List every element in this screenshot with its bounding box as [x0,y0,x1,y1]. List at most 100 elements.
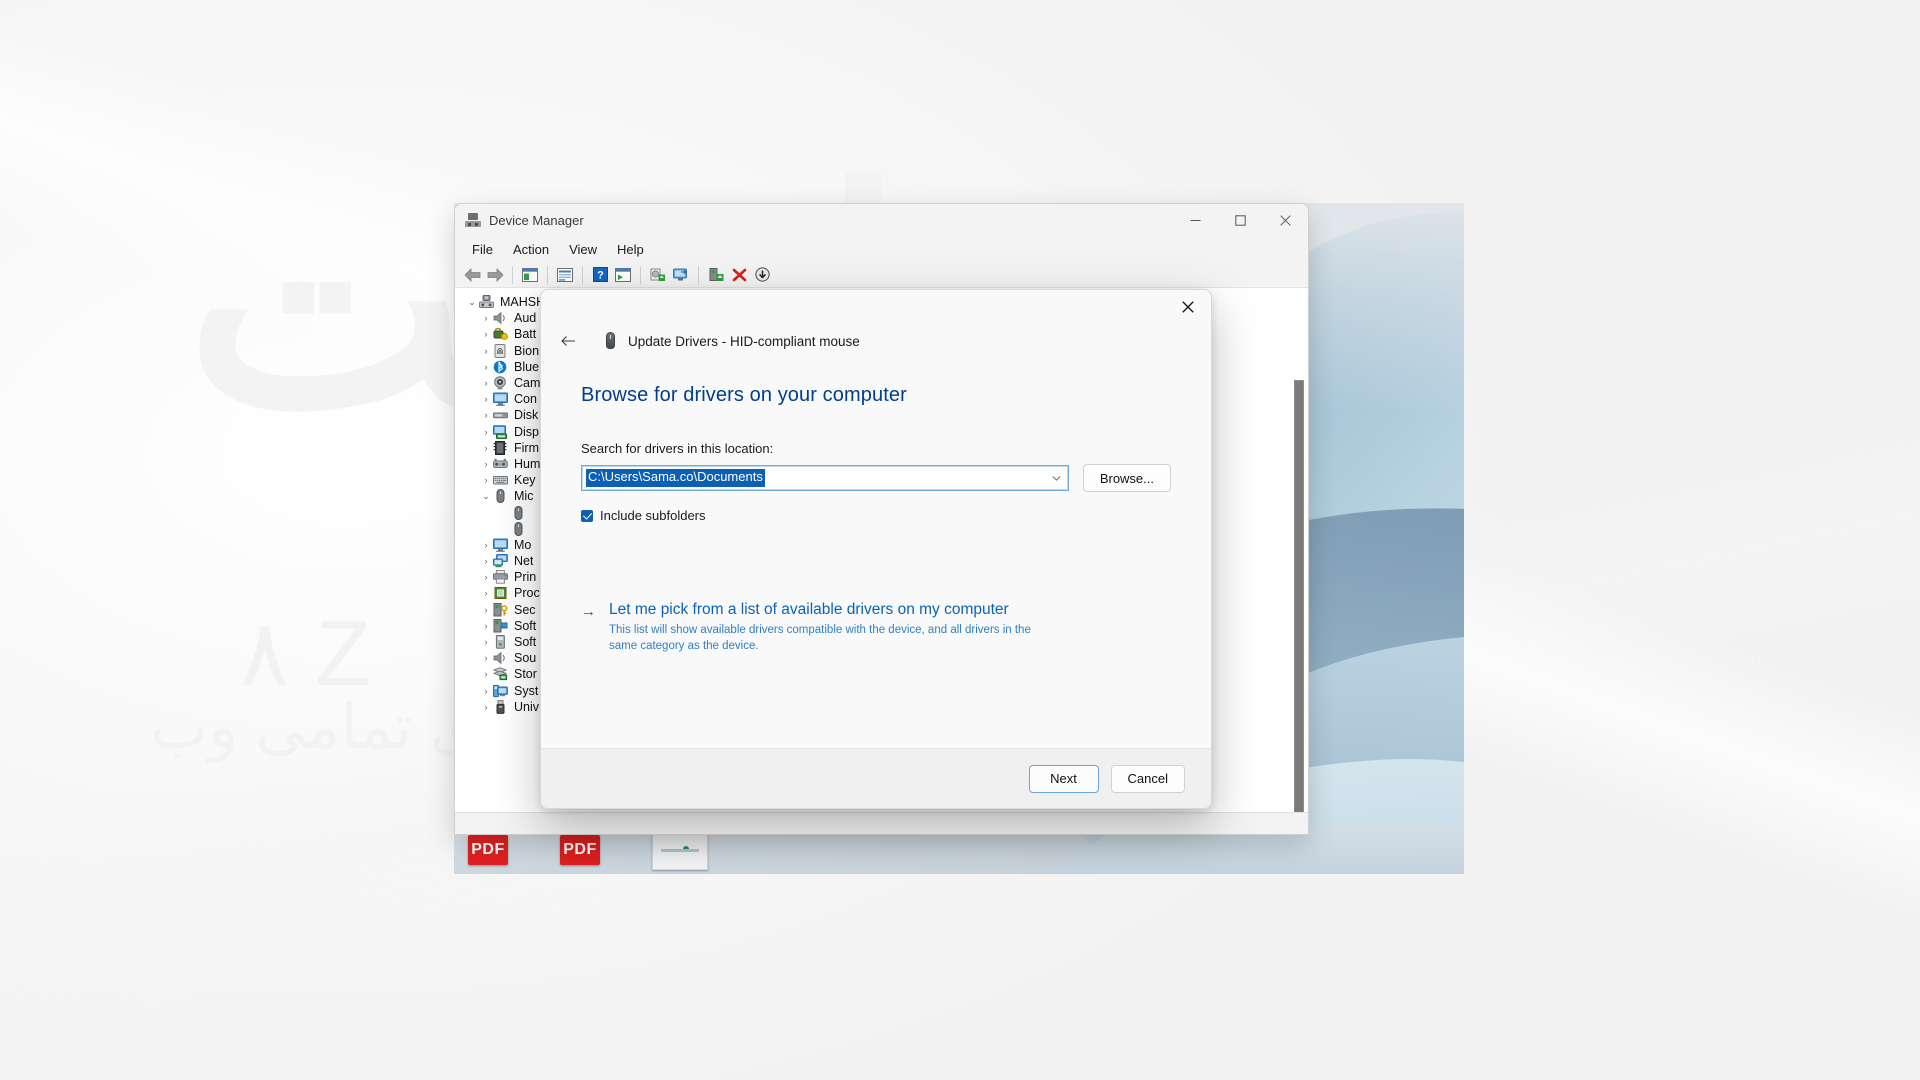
chevron-down-icon[interactable] [1052,474,1061,483]
device-manager-icon [465,212,481,228]
menu-help[interactable]: Help [608,239,653,260]
taskbar-item-pdf-1[interactable]: PDF [468,830,508,865]
chevron-right-icon[interactable]: › [479,683,493,699]
tree-label: Con [514,392,537,407]
chevron-right-icon[interactable]: › [479,618,493,634]
chevron-right-icon[interactable]: › [479,553,493,569]
include-subfolders-row[interactable]: Include subfolders [581,508,1171,523]
chevron-right-icon[interactable]: › [479,634,493,650]
storage-controller-icon [493,667,509,681]
tree-label: Mic [514,489,534,504]
update-device-icon[interactable] [751,264,773,286]
show-hidden-devices-icon[interactable] [519,264,541,286]
chevron-right-icon[interactable]: › [479,343,493,359]
biometric-icon [493,343,509,358]
pick-from-list-link[interactable]: Let me pick from a list of available dri… [609,601,1041,619]
chevron-right-icon[interactable]: › [479,602,493,618]
browse-button[interactable]: Browse... [1082,464,1171,492]
location-input-value[interactable]: C:\Users\Sama.co\Documents [586,469,765,487]
window-title: Device Manager [489,212,584,228]
pick-from-list-description: This list will show available drivers co… [609,624,1031,652]
update-drivers-dialog: Update Drivers - HID-compliant mouse Bro… [540,289,1212,809]
maximize-button[interactable] [1218,204,1263,236]
chevron-right-icon[interactable]: › [479,456,493,472]
pick-from-list-text: Let me pick from a list of available dri… [609,601,1041,654]
mouse-icon [603,332,618,350]
chevron-right-icon[interactable]: › [479,472,493,488]
system-device-icon [493,684,509,698]
help-icon[interactable]: ? [589,264,611,286]
chevron-right-icon[interactable]: › [479,424,493,440]
toolbar-separator [582,265,583,284]
close-button[interactable] [1263,204,1308,236]
forward-arrow-icon[interactable] [484,264,506,286]
battery-icon [493,327,509,341]
chevron-right-icon[interactable]: › [479,699,493,715]
chevron-right-icon[interactable]: › [479,375,493,391]
computer-icon [479,295,495,309]
chevron-right-icon[interactable]: › [479,326,493,342]
tree-label: Prin [514,570,537,585]
device-tree-scrollbar[interactable] [1292,376,1306,812]
firmware-icon [493,440,509,455]
arrow-right-icon: → [581,603,596,620]
pick-from-list-block[interactable]: → Let me pick from a list of available d… [581,601,1171,654]
chevron-right-icon[interactable]: › [479,440,493,456]
tree-label: Firm [514,440,539,455]
menu-action[interactable]: Action [504,239,558,260]
location-field-label: Search for drivers in this location: [581,441,774,456]
tree-label: Sec [514,602,536,617]
back-button[interactable] [555,328,581,354]
taskbar-item-document-thumbnail[interactable] [652,830,708,870]
back-arrow-icon[interactable] [461,264,483,286]
dialog-heading: Browse for drivers on your computer [581,384,907,406]
tree-label: Batt [514,327,537,342]
mouse-icon [493,489,509,504]
properties-icon[interactable] [554,264,576,286]
chevron-right-icon[interactable]: › [479,537,493,553]
menu-file[interactable]: File [463,239,502,260]
chevron-right-icon[interactable]: › [479,359,493,375]
tree-label: Key [514,473,536,488]
location-combobox[interactable]: C:\Users\Sama.co\Documents [581,465,1069,491]
tree-label: Proc [514,586,540,601]
next-button[interactable]: Next [1028,764,1099,793]
toolbar-separator [640,265,641,284]
device-manager-titlebar[interactable]: Device Manager [455,204,1308,236]
chevron-right-icon[interactable]: › [479,391,493,407]
tree-label: Bion [514,343,540,358]
uninstall-device-icon[interactable] [728,264,750,286]
scrollbar-thumb[interactable] [1294,380,1304,812]
chevron-right-icon[interactable]: › [479,650,493,666]
human-interface-icon [493,457,509,471]
remote-desktop-icon[interactable] [670,264,692,286]
chevron-right-icon[interactable]: › [479,666,493,682]
monitor-icon [493,392,509,407]
include-subfolders-checkbox[interactable] [581,509,593,522]
chevron-down-icon[interactable]: ⌄ [465,294,479,310]
chevron-down-icon[interactable]: ⌄ [479,488,493,504]
minimize-button[interactable] [1173,204,1218,236]
enable-device-icon[interactable] [705,264,727,286]
chevron-right-icon[interactable]: › [479,569,493,585]
dialog-content: Browse for drivers on your computer Sear… [541,358,1211,748]
cancel-button[interactable]: Cancel [1110,764,1185,793]
chevron-right-icon[interactable]: › [479,407,493,423]
software-component-icon [493,618,509,633]
sound-icon [493,651,509,665]
toolbar: ? [455,262,1308,288]
toolbar-separator [512,265,513,284]
chevron-right-icon[interactable]: › [479,585,493,601]
menu-view[interactable]: View [560,239,606,260]
taskbar-item-pdf-2[interactable]: PDF [560,830,600,865]
audio-icon [493,311,509,325]
usb-controller-icon [493,699,509,714]
dialog-titlebar[interactable] [541,290,1211,324]
chevron-right-icon[interactable]: › [479,310,493,326]
dialog-close-button[interactable] [1165,290,1211,324]
tree-label: Univ [514,699,540,714]
scan-for-hardware-changes-icon[interactable] [647,264,669,286]
update-driver-icon[interactable] [612,264,634,286]
tree-label: Cam [514,376,541,391]
dialog-header: Update Drivers - HID-compliant mouse [541,324,1211,358]
